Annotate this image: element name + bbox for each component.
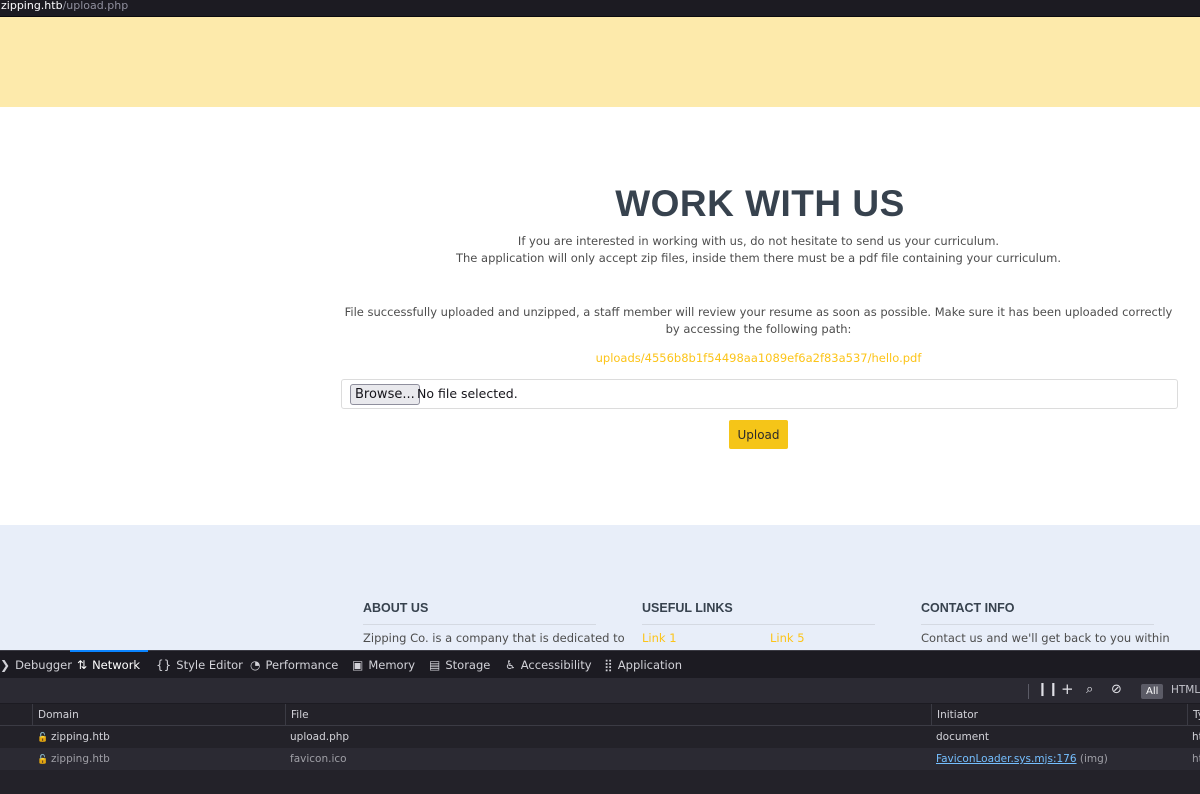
contact-heading: CONTACT INFO xyxy=(921,601,1154,625)
initiator-link[interactable]: FaviconLoader.sys.mjs:176 xyxy=(936,753,1077,765)
storage-icon: ▤ xyxy=(429,657,441,672)
upload-button[interactable]: Upload xyxy=(729,420,788,449)
main-section: WORK WITH US If you are interested in wo… xyxy=(0,107,1200,525)
intro-text-2: The application will only accept zip fil… xyxy=(455,251,1061,265)
requests-table-empty-area xyxy=(0,770,1200,794)
network-arrows-icon: ⇅ xyxy=(77,657,88,672)
search-icon[interactable]: ⌕ xyxy=(1086,682,1093,697)
file-status-text: No file selected. xyxy=(417,386,518,401)
braces-icon: {} xyxy=(156,657,172,672)
footer: ABOUT US Zipping Co. is a company that i… xyxy=(0,525,1200,650)
footer-link-1[interactable]: Link 1 xyxy=(642,631,677,645)
table-row[interactable]: 🔓 zipping.htb favicon.ico FaviconLoader.s… xyxy=(0,748,1200,770)
network-toolbar: ❙❙ + ⌕ ⊘ All HTML xyxy=(0,677,1200,704)
footer-about: ABOUT US Zipping Co. is a company that i… xyxy=(363,601,625,645)
about-text: Zipping Co. is a company that is dedicat… xyxy=(363,631,625,645)
footer-contact: CONTACT INFO Contact us and we'll get ba… xyxy=(921,601,1170,645)
url-bar[interactable]: zipping.htb/upload.php xyxy=(0,0,1200,17)
column-domain[interactable]: Domain xyxy=(32,704,285,726)
column-type[interactable]: Ty xyxy=(1187,704,1200,726)
tab-storage[interactable]: ▤ Storage xyxy=(429,651,490,678)
url-path: /upload.php xyxy=(62,0,129,12)
grid-apps-icon: ⣿ xyxy=(604,657,613,672)
tab-style-editor[interactable]: {} Style Editor xyxy=(156,651,243,678)
tab-memory[interactable]: ▣ Memory xyxy=(352,651,415,678)
initiator-note: (img) xyxy=(1079,753,1108,765)
row-domain: 🔓 zipping.htb xyxy=(32,726,110,748)
add-icon[interactable]: + xyxy=(1061,680,1074,698)
file-input[interactable]: Browse... No file selected. xyxy=(341,379,1178,409)
row-file: upload.php xyxy=(290,731,350,743)
row-type: ht xyxy=(1192,731,1200,743)
insecure-lock-icon: 🔓 xyxy=(37,733,49,743)
row-initiator: document xyxy=(936,731,989,743)
tab-performance[interactable]: ◔ Performance xyxy=(250,651,338,678)
row-initiator: FaviconLoader.sys.mjs:176 (img) xyxy=(931,748,1108,770)
footer-link-5[interactable]: Link 5 xyxy=(770,631,805,645)
tab-accessibility[interactable]: ♿ Accessibility xyxy=(505,651,592,678)
memory-chip-icon: ▣ xyxy=(352,657,364,672)
block-icon[interactable]: ⊘ xyxy=(1111,682,1122,697)
browse-button[interactable]: Browse... xyxy=(350,384,420,405)
row-file: favicon.ico xyxy=(290,753,347,765)
filter-all-button[interactable]: All xyxy=(1141,684,1164,699)
toolbar-separator xyxy=(1028,684,1029,699)
page-title: WORK WITH US xyxy=(615,183,905,224)
accessibility-icon: ♿ xyxy=(505,657,516,672)
tab-debugger[interactable]: ❯ Debugger xyxy=(0,651,72,678)
table-row[interactable]: 🔓zipping.htb upload.php document ht xyxy=(0,726,1200,748)
links-heading: USEFUL LINKS xyxy=(642,601,875,625)
row-domain: 🔓 zipping.htb xyxy=(32,748,110,770)
header-banner xyxy=(0,17,1200,107)
pause-icon[interactable]: ❙❙ xyxy=(1037,682,1059,697)
column-file[interactable]: File xyxy=(285,704,931,726)
about-heading: ABOUT US xyxy=(363,601,596,625)
row-type: ht xyxy=(1192,753,1200,765)
column-initiator[interactable]: Initiator xyxy=(931,704,1187,726)
upload-success-message: File successfully uploaded and unzipped,… xyxy=(344,305,1173,336)
gauge-icon: ◔ xyxy=(250,657,261,672)
filter-html-button[interactable]: HTML xyxy=(1171,684,1200,696)
uploaded-file-link[interactable]: uploads/4556b8b1f54498aa1089ef6a2f83a537… xyxy=(341,351,1176,365)
requests-table-header: Domain File Initiator Ty xyxy=(0,704,1200,726)
insecure-lock-icon: 🔓 xyxy=(37,755,49,765)
devtools-tabbar: ❯ Debugger ⇅ Network {} Style Editor ◔ Perfo… xyxy=(0,650,1200,677)
footer-links: USEFUL LINKS Link 1 Link 5 xyxy=(642,601,875,650)
tab-application[interactable]: ⣿ Application xyxy=(604,651,682,678)
intro-text-1: If you are interested in working with us… xyxy=(517,234,1000,248)
chevron-right-icon: ❯ xyxy=(0,657,11,672)
tab-network[interactable]: ⇅ Network xyxy=(77,651,140,678)
url-host: zipping.htb xyxy=(1,0,63,12)
contact-text: Contact us and we'll get back to you wit… xyxy=(921,631,1170,645)
